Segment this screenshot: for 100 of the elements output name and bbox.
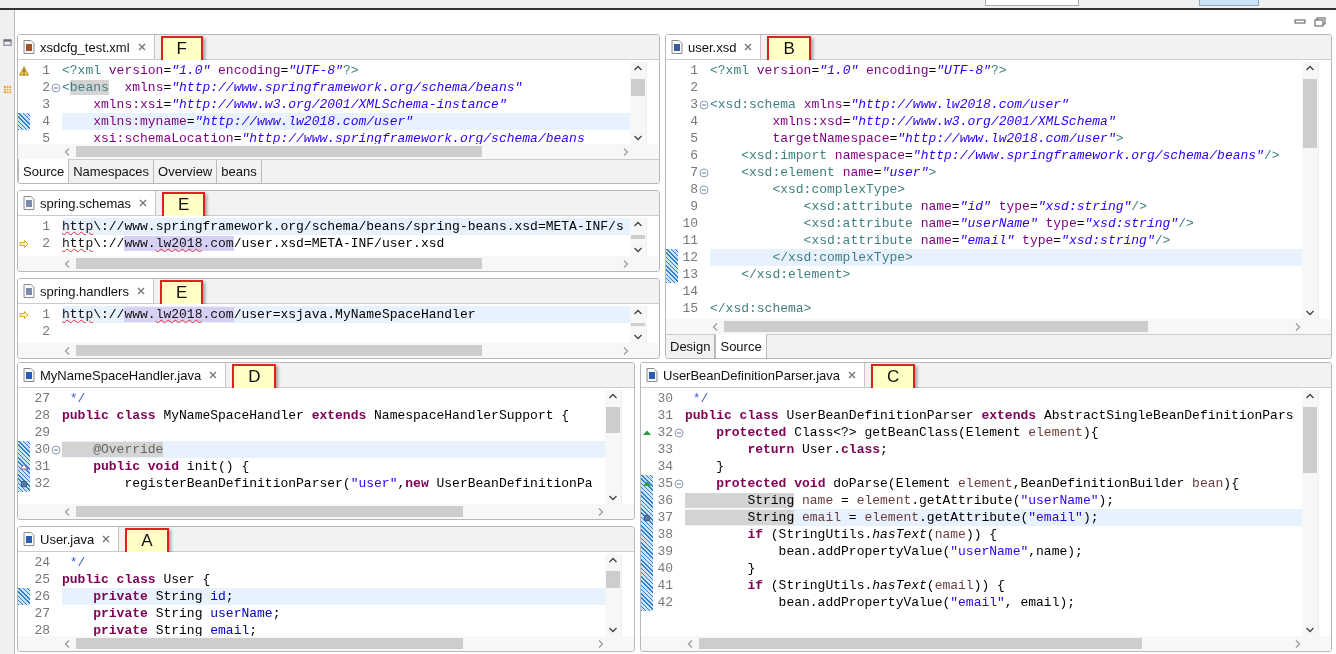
vertical-scrollbar[interactable] [630,218,646,256]
chevron-left-icon[interactable] [64,146,70,157]
horizontal-scrollbar[interactable] [18,256,659,271]
close-icon[interactable] [847,370,858,380]
maximize-icon[interactable] [1314,17,1326,27]
chevron-down-icon[interactable] [608,627,618,633]
editor-tab[interactable]: user.xsd [666,35,762,59]
toolbar-button[interactable] [1199,0,1259,6]
window-icon[interactable] [2,38,12,47]
code-line: xmlns:xsd="http://www.w3.org/2001/XMLSchema" [771,113,1117,130]
chevron-left-icon[interactable] [712,321,718,332]
line-number: 2 [41,323,50,340]
horizontal-scrollbar[interactable] [641,636,1331,651]
horizontal-scrollbar[interactable] [18,144,659,159]
chevron-right-icon[interactable] [598,638,604,649]
scroll-thumb[interactable] [1303,407,1317,473]
close-icon[interactable] [135,286,146,296]
code-editor[interactable] [18,62,630,144]
close-icon[interactable] [743,42,754,52]
scroll-thumb[interactable] [76,146,482,157]
chevron-left-icon[interactable] [64,345,70,356]
chevron-right-icon[interactable] [598,506,604,517]
vertical-scrollbar[interactable] [1302,62,1318,319]
chevron-down-icon[interactable] [633,247,643,253]
scroll-thumb[interactable] [724,321,1148,332]
chevron-left-icon[interactable] [64,258,70,269]
chevron-left-icon[interactable] [64,638,70,649]
code-line: <xsd:import namespace="http://www.springframework.org/schema/beans"/> [740,147,1281,164]
chevron-right-icon[interactable] [623,258,629,269]
vertical-scrollbar[interactable] [1302,390,1318,636]
code-line: public void init() { [92,458,251,475]
minimize-icon[interactable] [1294,17,1306,27]
fold-icon[interactable] [699,167,709,178]
scroll-thumb[interactable] [606,407,620,434]
chevron-right-icon[interactable] [1295,321,1301,332]
line-number: 32 [656,424,673,441]
scroll-thumb[interactable] [631,323,645,327]
line-number: 2 [41,235,50,252]
editor-page-tab[interactable]: Source [18,159,70,183]
scroll-thumb[interactable] [1303,79,1317,149]
chevron-left-icon[interactable] [64,506,70,517]
horizontal-scrollbar[interactable] [18,504,634,519]
fold-icon[interactable] [51,444,61,455]
chevron-right-icon[interactable] [1295,638,1301,649]
chevron-down-icon[interactable] [608,495,618,501]
line-number: 10 [681,215,698,232]
chevron-up-icon[interactable] [633,309,643,315]
fold-icon[interactable] [674,478,684,489]
chevron-up-icon[interactable] [1305,65,1315,71]
chevron-down-icon[interactable] [633,135,643,141]
input-field[interactable] [985,0,1079,6]
line-number: 11 [681,232,698,249]
file-icon [23,532,35,546]
editor-page-tab[interactable]: Source [715,334,767,358]
chevron-up-icon[interactable] [633,221,643,227]
chevron-right-icon[interactable] [623,146,629,157]
fold-icon[interactable] [699,184,709,195]
editor-tab[interactable]: xsdcfg_test.xml [18,35,155,59]
horizontal-scrollbar[interactable] [18,343,659,358]
scroll-thumb[interactable] [606,571,620,588]
code-line: public class MyNameSpaceHandler extends NamespaceHandlerSupport { [62,407,571,424]
scroll-thumb[interactable] [76,638,463,649]
scroll-thumb[interactable] [699,638,1142,649]
chevron-down-icon[interactable] [1305,310,1315,316]
fold-icon[interactable] [674,427,684,438]
callout-label: C [871,364,916,390]
chevron-up-icon[interactable] [633,65,643,71]
vertical-scrollbar[interactable] [630,306,646,343]
scroll-thumb[interactable] [631,79,645,96]
chevron-right-icon[interactable] [623,345,629,356]
chevron-up-icon[interactable] [608,557,618,563]
close-icon[interactable] [208,370,219,380]
scroll-thumb[interactable] [76,506,463,517]
vertical-scrollbar[interactable] [605,554,621,636]
close-icon[interactable] [101,534,112,544]
chevron-up-icon[interactable] [1305,393,1315,399]
fold-icon[interactable] [51,82,61,93]
scroll-thumb[interactable] [76,345,482,356]
horizontal-scrollbar[interactable] [18,636,634,651]
scroll-thumb[interactable] [631,235,645,239]
editor-tab[interactable]: UserBeanDefinitionParser.java [641,363,866,387]
chevron-left-icon[interactable] [687,638,693,649]
close-icon[interactable] [136,42,147,52]
scroll-thumb[interactable] [76,258,482,269]
vertical-scrollbar[interactable] [630,62,646,144]
chevron-down-icon[interactable] [1305,627,1315,633]
grid-icon[interactable] [2,85,12,94]
vertical-scrollbar[interactable] [605,390,621,504]
chevron-down-icon[interactable] [633,334,643,340]
horizontal-scrollbar[interactable] [666,319,1331,334]
chevron-up-icon[interactable] [608,393,618,399]
code-line: http\://www.lw2018.com/user.xsd=META-INF/user.xsd [62,235,446,252]
close-icon[interactable] [138,198,149,208]
arrow-icon [19,309,29,320]
editor-tab[interactable]: User.java [18,527,120,551]
editor-tab[interactable]: MyNameSpaceHandler.java [18,363,227,387]
editor-tab[interactable]: spring.schemas [18,191,157,215]
editor-tab[interactable]: spring.handlers [18,279,154,303]
fold-icon[interactable] [699,99,709,110]
editor-page-tab[interactable]: Design [666,335,716,358]
